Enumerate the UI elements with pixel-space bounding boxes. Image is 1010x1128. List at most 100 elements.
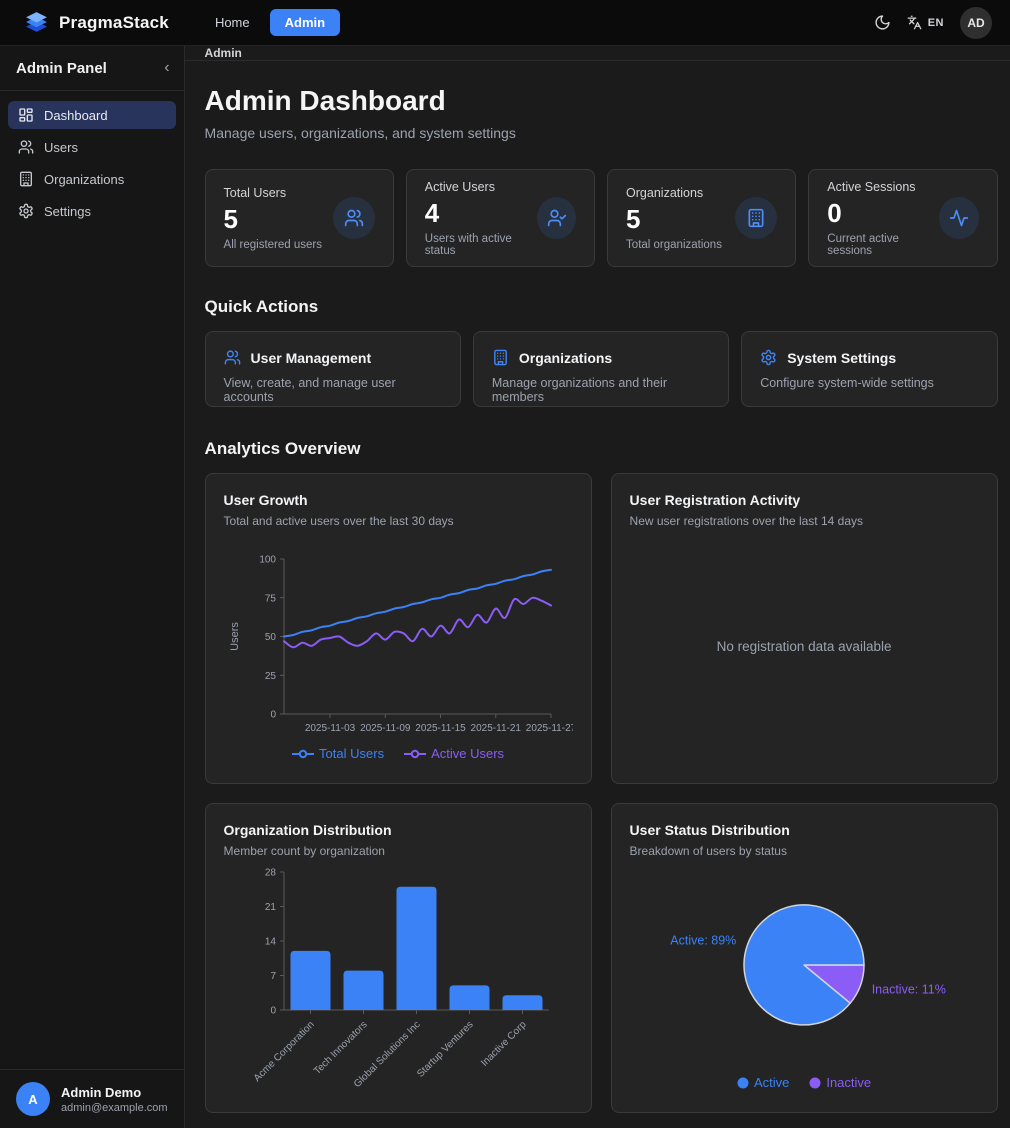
- svg-text:Inactive: 11%: Inactive: 11%: [871, 982, 945, 996]
- quick-action-organizations[interactable]: Organizations Manage organizations and t…: [473, 331, 729, 407]
- sidebar-item-organizations[interactable]: Organizations: [8, 165, 176, 193]
- svg-text:7: 7: [270, 971, 276, 982]
- stat-description: Current active sessions: [827, 233, 939, 257]
- stat-description: Users with active status: [425, 233, 537, 257]
- users-icon: [224, 349, 241, 366]
- user-initial-avatar: A: [16, 1082, 50, 1116]
- pie-slice-active: [744, 905, 864, 1025]
- bar-startup-ventures: [449, 985, 489, 1010]
- building-icon: [735, 197, 777, 239]
- breadcrumb[interactable]: Admin: [205, 46, 242, 60]
- svg-text:0: 0: [270, 1006, 276, 1017]
- stat-value: 5: [626, 204, 722, 235]
- legend-item-inactive: Inactive: [809, 1075, 871, 1090]
- chart-title: Organization Distribution: [224, 822, 573, 838]
- stat-label: Active Sessions: [827, 180, 939, 194]
- quick-actions-heading: Quick Actions: [205, 297, 998, 317]
- stats-row: Total Users 5 All registered users Activ…: [205, 169, 998, 267]
- user-name: Admin Demo: [61, 1085, 168, 1100]
- stat-label: Active Users: [425, 180, 537, 194]
- nav-link-home[interactable]: Home: [205, 9, 260, 36]
- chart-title: User Growth: [224, 492, 573, 508]
- legend-item-active: Active: [737, 1075, 789, 1090]
- brand[interactable]: PragmaStack: [24, 10, 169, 35]
- main-area: Admin Admin Dashboard Manage users, orga…: [185, 46, 1010, 1128]
- theme-toggle-button[interactable]: [874, 14, 891, 31]
- languages-icon: [907, 15, 922, 30]
- empty-state-message: No registration data available: [717, 639, 892, 654]
- bar-acme-corporation: [290, 951, 330, 1010]
- user-avatar[interactable]: AD: [960, 7, 992, 39]
- bar-inactive-corp: [502, 995, 542, 1010]
- gear-icon: [18, 203, 34, 219]
- user-status-card: User Status Distribution Breakdown of us…: [611, 803, 998, 1113]
- breadcrumb-bar: Admin: [185, 46, 1010, 61]
- building-icon: [18, 171, 34, 187]
- sidebar-item-label: Organizations: [44, 172, 124, 187]
- sidebar-item-label: Dashboard: [44, 108, 108, 123]
- svg-text:75: 75: [264, 593, 276, 604]
- stat-label: Organizations: [626, 186, 722, 200]
- chart-title: User Status Distribution: [630, 822, 979, 838]
- top-navbar: PragmaStack Home Admin EN AD: [0, 0, 1010, 46]
- sidebar-item-users[interactable]: Users: [8, 133, 176, 161]
- stat-value: 5: [224, 204, 322, 235]
- legend-item-active-users: Active Users: [404, 746, 504, 761]
- stat-card-active-sessions: Active Sessions 0 Current active session…: [808, 169, 997, 267]
- series-active-users: [284, 598, 551, 648]
- svg-text:2025-11-27: 2025-11-27: [525, 723, 572, 734]
- stat-description: All registered users: [224, 239, 322, 251]
- bar-global-solutions-inc: [396, 887, 436, 1010]
- quick-action-description: Configure system-wide settings: [760, 376, 978, 390]
- stat-card-total-users: Total Users 5 All registered users: [205, 169, 394, 267]
- svg-text:14: 14: [264, 937, 276, 948]
- sidebar-item-label: Settings: [44, 204, 91, 219]
- svg-text:2025-11-15: 2025-11-15: [415, 723, 466, 734]
- nav-link-admin[interactable]: Admin: [270, 9, 340, 36]
- sidebar-item-dashboard[interactable]: Dashboard: [8, 101, 176, 129]
- users-icon: [18, 139, 34, 155]
- quick-action-title: User Management: [251, 350, 372, 366]
- page-subtitle: Manage users, organizations, and system …: [205, 125, 998, 141]
- brand-name: PragmaStack: [59, 13, 169, 33]
- legend-item-total-users: Total Users: [292, 746, 384, 761]
- user-email: admin@example.com: [61, 1102, 168, 1114]
- quick-action-title: System Settings: [787, 350, 896, 366]
- admin-sidebar: Admin Panel ‹ Dashboard Users: [0, 46, 185, 1128]
- svg-text:25: 25: [264, 671, 276, 682]
- quick-action-user-management[interactable]: User Management View, create, and manage…: [205, 331, 461, 407]
- svg-text:2025-11-03: 2025-11-03: [304, 723, 355, 734]
- language-button[interactable]: EN: [907, 15, 944, 30]
- user-status-pie-chart: Inactive: 11% Active: 89%: [630, 861, 979, 1069]
- svg-text:50: 50: [264, 632, 276, 643]
- svg-text:21: 21: [264, 902, 276, 913]
- chart-subtitle: New user registrations over the last 14 …: [630, 514, 979, 528]
- stat-card-active-users: Active Users 4 Users with active status: [406, 169, 595, 267]
- main-nav: Home Admin: [205, 9, 340, 36]
- building-icon: [492, 349, 509, 366]
- moon-icon: [874, 14, 891, 31]
- chart-subtitle: Total and active users over the last 30 …: [224, 514, 573, 528]
- chart-subtitle: Member count by organization: [224, 844, 573, 858]
- svg-text:28: 28: [264, 868, 276, 879]
- quick-action-description: View, create, and manage user accounts: [224, 376, 442, 404]
- svg-text:2025-11-21: 2025-11-21: [470, 723, 521, 734]
- svg-text:Inactive Corp: Inactive Corp: [479, 1019, 529, 1069]
- svg-text:Users: Users: [229, 622, 241, 651]
- user-growth-card: User Growth Total and active users over …: [205, 473, 592, 784]
- sidebar-collapse-button[interactable]: ‹: [164, 60, 169, 76]
- charts-grid: User Growth Total and active users over …: [205, 473, 998, 1113]
- svg-text:Active: 89%: Active: 89%: [670, 934, 736, 948]
- user-check-icon: [537, 197, 576, 239]
- stat-label: Total Users: [224, 186, 322, 200]
- quick-actions-row: User Management View, create, and manage…: [205, 331, 998, 407]
- sidebar-user-profile[interactable]: A Admin Demo admin@example.com: [0, 1069, 184, 1128]
- chart-subtitle: Breakdown of users by status: [630, 844, 979, 858]
- sidebar-item-settings[interactable]: Settings: [8, 197, 176, 225]
- stat-description: Total organizations: [626, 239, 722, 251]
- users-icon: [333, 197, 375, 239]
- sidebar-item-label: Users: [44, 140, 78, 155]
- user-growth-chart: 02550751002025-11-032025-11-092025-11-15…: [224, 551, 573, 736]
- quick-action-system-settings[interactable]: System Settings Configure system-wide se…: [741, 331, 997, 407]
- svg-text:Tech Innovators: Tech Innovators: [311, 1019, 369, 1077]
